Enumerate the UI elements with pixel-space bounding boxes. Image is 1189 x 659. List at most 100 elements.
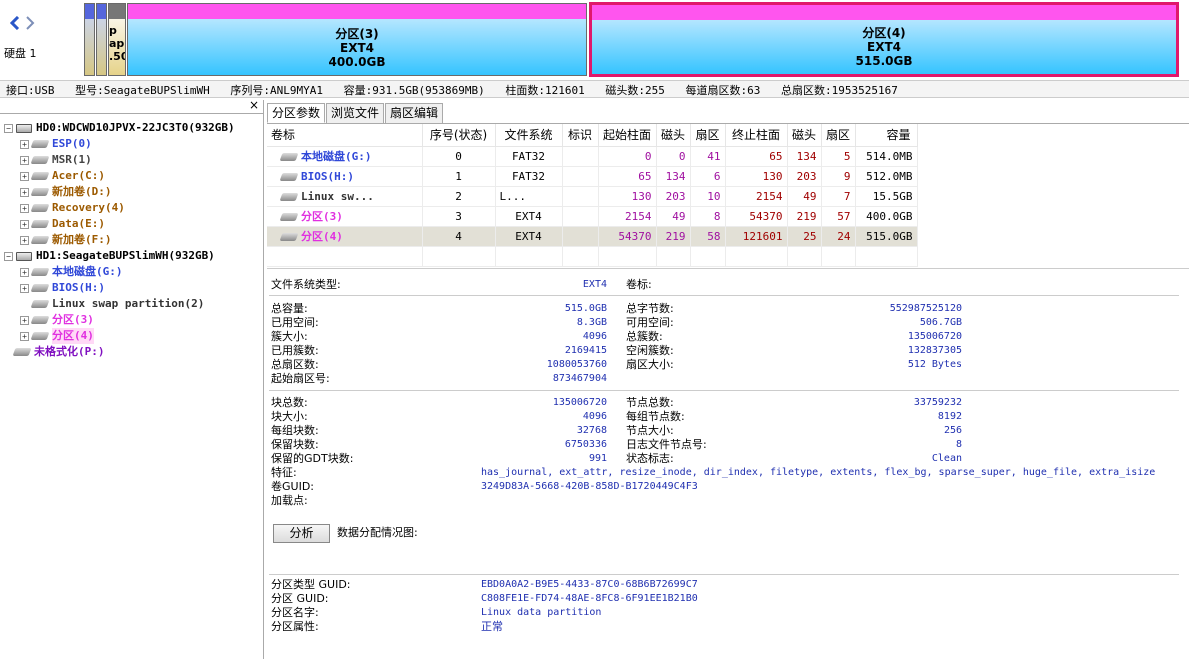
detail-label: 块总数: xyxy=(271,396,308,409)
tree-item[interactable]: + Data(E:) xyxy=(20,216,105,232)
tree-item[interactable]: + 分区(3) xyxy=(20,312,94,328)
tree-item[interactable]: + Recovery(4) xyxy=(20,200,125,216)
col-header[interactable]: 序号(状态) xyxy=(422,124,496,147)
partition-bar-3[interactable]: 分区(3) EXT4 400.0GB xyxy=(127,3,587,76)
detail-value: 135006720 xyxy=(552,397,607,408)
table-row-empty xyxy=(267,246,918,267)
detail-value: 8192 xyxy=(937,411,962,422)
tree-item-unformatted[interactable]: 未格式化(P:) xyxy=(12,344,105,360)
partition-icon xyxy=(279,192,299,201)
expand-icon[interactable]: + xyxy=(20,219,29,229)
partition-icon xyxy=(30,316,50,324)
expand-icon[interactable]: + xyxy=(20,331,29,341)
tab-browse-files[interactable]: 浏览文件 xyxy=(326,103,385,123)
sectors-per-track-info: 每道扇区数:63 xyxy=(685,84,761,97)
detail-value: 132837305 xyxy=(907,345,962,356)
mount-point-label: 加载点: xyxy=(271,494,308,507)
bar-p4-fs: EXT4 xyxy=(867,40,901,54)
collapse-icon[interactable]: − xyxy=(4,251,13,261)
partition-bar-4[interactable]: 分区(4) EXT4 515.0GB xyxy=(589,2,1179,77)
col-header[interactable]: 终止柱面 xyxy=(725,124,788,147)
tree-disk-hd0[interactable]: − HD0:WDCWD10JPVX-22JC3T0(932GB) xyxy=(4,120,235,136)
detail-label: 簇大小: xyxy=(271,330,308,343)
detail-label: 空闲簇数: xyxy=(626,344,674,357)
tree-item[interactable]: + BIOS(H:) xyxy=(20,280,105,296)
disk-tree-panel: × − HD0:WDCWD10JPVX-22JC3T0(932GB) + ESP(0… xyxy=(0,98,264,659)
partition-icon xyxy=(279,172,299,181)
detail-value: 4096 xyxy=(582,331,607,342)
expand-icon[interactable]: + xyxy=(20,187,29,197)
partition-bar-msr[interactable] xyxy=(96,3,107,76)
detail-label: 起始扇区号: xyxy=(271,372,330,385)
col-header[interactable]: 磁头 xyxy=(787,124,822,147)
detail-value: 6750336 xyxy=(564,439,607,450)
analyze-button[interactable]: 分析 xyxy=(273,524,330,543)
table-row[interactable]: 分区(3) 3 EXT4 2154 49 8 54370 219 57 400.0GB xyxy=(267,206,918,227)
expand-icon[interactable]: + xyxy=(20,203,29,213)
partition-icon xyxy=(279,233,299,241)
detail-label: 日志文件节点号: xyxy=(626,438,707,451)
features-value: has_journal, ext_attr, resize_inode, dir… xyxy=(481,467,1156,478)
back-arrow-icon[interactable] xyxy=(10,16,20,30)
detail-value: 8.3GB xyxy=(576,317,607,328)
expand-icon[interactable]: + xyxy=(20,235,29,245)
detail-label: 扇区大小: xyxy=(626,358,674,371)
detail-value: 991 xyxy=(588,453,607,464)
partition-bar-small[interactable]: p ap .50 xyxy=(108,3,126,76)
col-header[interactable]: 起始柱面 xyxy=(598,124,657,147)
interface-info: 接口:USB xyxy=(6,84,55,97)
tree-item[interactable]: + Acer(C:) xyxy=(20,168,105,184)
tree-item-selected[interactable]: + 分区(4) xyxy=(20,328,94,344)
partition-icon xyxy=(30,156,50,164)
col-header[interactable]: 磁头 xyxy=(656,124,691,147)
partition-icon xyxy=(30,268,50,276)
close-icon[interactable]: × xyxy=(249,98,259,112)
bar-p4-name: 分区(4) xyxy=(862,26,906,40)
partition-icon xyxy=(30,188,50,196)
collapse-icon[interactable]: − xyxy=(4,123,13,133)
tree-item[interactable]: + MSR(1) xyxy=(20,152,92,168)
tree-item[interactable]: + 本地磁盘(G:) xyxy=(20,264,123,280)
col-header[interactable]: 扇区 xyxy=(821,124,856,147)
partition-bar-esp[interactable] xyxy=(84,3,95,76)
table-row[interactable]: BIOS(H:) 1 FAT32 65 134 6 130 203 9 512.0MB xyxy=(267,166,918,187)
expand-icon[interactable]: + xyxy=(20,171,29,181)
expand-icon[interactable]: + xyxy=(20,315,29,325)
bar-p3-fs: EXT4 xyxy=(340,41,374,55)
tree-item[interactable]: + 新加卷(D:) xyxy=(20,184,112,200)
tree-item[interactable]: Linux swap partition(2) xyxy=(20,296,204,312)
table-row-selected[interactable]: 分区(4) 4 EXT4 54370 219 58 121601 25 24 515.0GB xyxy=(267,226,918,247)
col-header[interactable]: 文件系统 xyxy=(495,124,563,147)
detail-value: 515.0GB xyxy=(564,303,607,314)
forward-arrow-icon[interactable] xyxy=(25,16,35,30)
detail-value: EBD0A0A2-B9E5-4433-87C0-68B6B72699C7 xyxy=(481,579,698,590)
detail-label: 每组块数: xyxy=(271,424,319,437)
expand-icon[interactable]: + xyxy=(20,155,29,165)
disk-icon xyxy=(16,251,32,261)
col-header[interactable]: 标识 xyxy=(562,124,599,147)
data-allocation-chart-label: 数据分配情况图: xyxy=(337,526,418,539)
detail-label: 总字节数: xyxy=(626,302,674,315)
detail-value: 33759232 xyxy=(913,397,962,408)
table-row[interactable]: 本地磁盘(G:) 0 FAT32 0 0 41 65 134 5 514.0MB xyxy=(267,146,918,167)
expand-icon[interactable]: + xyxy=(20,283,29,293)
tree-item[interactable]: + ESP(0) xyxy=(20,136,92,152)
detail-value: Clean xyxy=(931,453,962,464)
tab-partition-params[interactable]: 分区参数 xyxy=(267,103,326,123)
detail-value: C808FE1E-FD74-48AE-8FC8-6F91EE1B21B0 xyxy=(481,593,698,604)
detail-value: 512 Bytes xyxy=(907,359,962,370)
expand-icon[interactable]: + xyxy=(20,139,29,149)
tree-disk-hd1[interactable]: − HD1:SeagateBUPSlimWH(932GB) xyxy=(4,248,215,264)
detail-label: 块大小: xyxy=(271,410,308,423)
table-row[interactable]: Linux sw... 2 L... 130 203 10 2154 49 7 15.5GB xyxy=(267,186,918,207)
expand-icon[interactable]: + xyxy=(20,267,29,277)
fs-type-value: EXT4 xyxy=(582,279,607,290)
partition-details: 文件系统类型: EXT4 卷标: 总容量: 515.0GB 已用空间: 8.3GB … xyxy=(267,268,1189,659)
col-header[interactable]: 扇区 xyxy=(690,124,726,147)
detail-value: 135006720 xyxy=(907,331,962,342)
tab-sector-edit[interactable]: 扇区编辑 xyxy=(385,103,444,123)
col-header[interactable]: 容量 xyxy=(855,124,918,147)
col-header[interactable]: 卷标 xyxy=(267,124,423,147)
tree-item[interactable]: + 新加卷(F:) xyxy=(20,232,112,248)
total-sectors-info: 总扇区数:1953525167 xyxy=(781,84,898,97)
